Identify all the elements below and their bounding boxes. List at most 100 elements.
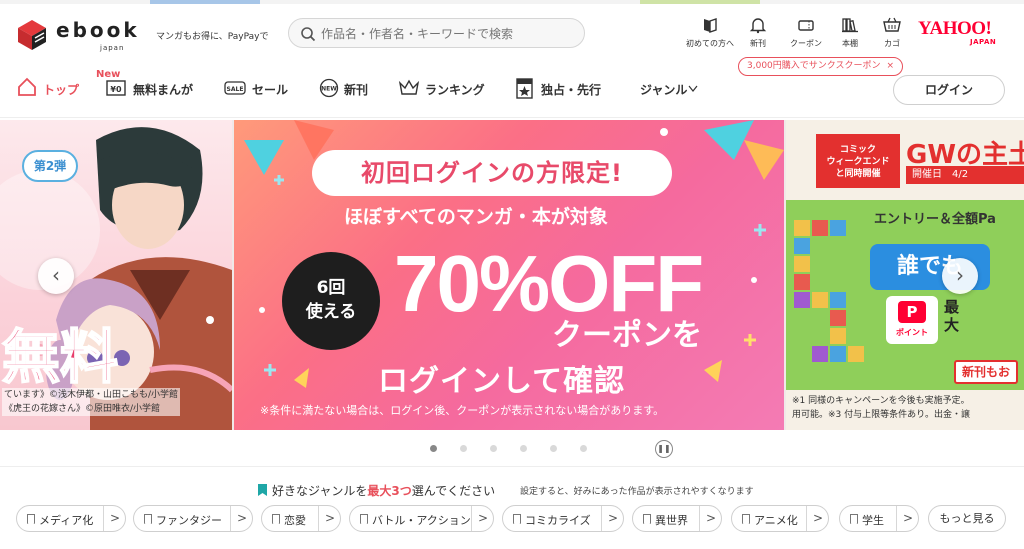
book-open-icon bbox=[704, 18, 717, 33]
paypay-point-badge: P ポイント bbox=[886, 296, 938, 344]
nav-label: ランキング bbox=[425, 83, 485, 97]
cart-link[interactable]: カゴ bbox=[864, 14, 920, 49]
nav-genre[interactable]: ジャンル bbox=[640, 76, 710, 102]
genre-chip-label: ファンタジー bbox=[156, 514, 222, 527]
free-yen-icon: ¥0 bbox=[106, 80, 126, 96]
chevron-right-icon: > bbox=[608, 511, 619, 525]
nav-ranking[interactable]: ランキング bbox=[398, 76, 498, 102]
nav-label: 新刊 bbox=[344, 83, 369, 97]
chevron-right-icon: > bbox=[903, 511, 914, 525]
carousel-dot[interactable] bbox=[460, 445, 467, 452]
login-button[interactable]: ログイン bbox=[893, 75, 1005, 105]
genre-heading: 好きなジャンルを最大3つ選んでください bbox=[258, 482, 495, 499]
banner-subtitle: ほぼすべてのマンガ・本が対象 bbox=[344, 206, 608, 228]
free-text: 無料 bbox=[1, 322, 119, 392]
chevron-right-icon: > bbox=[325, 511, 336, 525]
genre-note: 設定すると、好みにあった作品が表示されやすくなります bbox=[520, 487, 754, 497]
chip-divider bbox=[806, 506, 807, 531]
bookmark-icon bbox=[144, 514, 152, 524]
genre-chip[interactable]: 異世界 > bbox=[632, 505, 722, 532]
bookmark-icon bbox=[272, 514, 280, 524]
note-line: 用可能。※3 付与上限等条件あり。出金・譲 bbox=[792, 410, 970, 420]
carousel-dot[interactable] bbox=[490, 445, 497, 452]
search-box[interactable] bbox=[288, 18, 585, 48]
max-label: 最大 bbox=[944, 298, 960, 334]
banner-slide-right[interactable]: コミック ウィークエンド と同時開催 GWの主土 開催日 4/2 エントリー＆全… bbox=[786, 120, 1024, 430]
bookmark-icon bbox=[742, 514, 750, 524]
genre-chip-label: バトル・アクション bbox=[372, 514, 471, 527]
tagline: マンガもお得に、PayPayで bbox=[156, 32, 269, 42]
cart-icon bbox=[883, 17, 901, 32]
new-icon: NEW bbox=[319, 78, 339, 98]
genre-chip[interactable]: 恋愛 > bbox=[261, 505, 341, 532]
more-genres-button[interactable]: もっと見る bbox=[928, 505, 1006, 532]
chip-divider bbox=[699, 506, 700, 531]
yahoo-japan-logo[interactable]: YAHOO! JAPAN bbox=[918, 19, 1008, 50]
paypay-icon: P bbox=[898, 301, 926, 323]
exclusive-icon bbox=[516, 78, 533, 99]
genre-chip[interactable]: コミカライズ > bbox=[502, 505, 624, 532]
nav-new[interactable]: NEW 新刊 bbox=[318, 76, 378, 102]
header-icon-label: カゴ bbox=[884, 39, 900, 48]
banner-note: ※条件に満たない場合は、ログイン後、クーポンが表示されない場合があります。 bbox=[260, 404, 665, 417]
nav-label: ジャンル bbox=[640, 83, 688, 97]
first-login-pill: 初回ログインの方限定! bbox=[312, 150, 672, 196]
genre-chip[interactable]: バトル・アクション > bbox=[349, 505, 494, 532]
credit-line: ています》©浅木伊都・山田こもも/小学館 bbox=[4, 390, 179, 400]
bookmark-icon bbox=[258, 484, 267, 496]
chip-divider bbox=[601, 506, 602, 531]
chip-divider bbox=[230, 506, 231, 531]
divider bbox=[0, 466, 1024, 467]
search-input[interactable] bbox=[321, 24, 571, 44]
campaign-round-badge: 第2弾 bbox=[22, 150, 78, 182]
coupon-text: クーポンを bbox=[552, 318, 702, 353]
genre-chip[interactable]: メディア化 > bbox=[16, 505, 126, 532]
login-confirm-text: ログインして確認 bbox=[378, 364, 626, 399]
genre-chip-label: コミカライズ bbox=[525, 514, 591, 527]
genre-chip[interactable]: 学生 > bbox=[839, 505, 919, 532]
main-nav: トップ New ¥0 無料まんが SALE セール NEW 新刊 ランキング 独… bbox=[0, 64, 1024, 118]
banner-slide-main[interactable]: 初回ログインの方限定! ほぼすべてのマンガ・本が対象 6回 使える 70%OFF… bbox=[234, 120, 784, 430]
ebook-japan-logo[interactable]: ebook japan bbox=[14, 18, 144, 54]
svg-text:SALE: SALE bbox=[227, 86, 244, 93]
nav-label: セール bbox=[252, 83, 289, 97]
genre-chip[interactable]: ファンタジー > bbox=[133, 505, 253, 532]
copyright-credit: ています》©浅木伊都・山田こもも/小学館 《虎王の花嫁さん》©原田唯衣/小学館 bbox=[2, 388, 181, 416]
nav-label: 独占・先行 bbox=[541, 83, 602, 97]
bell-icon bbox=[749, 18, 767, 34]
nav-sale[interactable]: SALE セール bbox=[223, 76, 293, 102]
badge-line: ウィークエンド bbox=[826, 157, 890, 167]
point-label: ポイント bbox=[896, 328, 928, 337]
carousel-pagination: ❚❚ bbox=[0, 440, 1024, 458]
carousel-dot[interactable] bbox=[580, 445, 587, 452]
nav-free-manga[interactable]: New ¥0 無料まんが bbox=[96, 69, 205, 102]
chevron-right-icon: > bbox=[110, 511, 121, 525]
credit-line: 《虎王の花嫁さん》©原田唯衣/小学館 bbox=[4, 404, 161, 414]
home-icon bbox=[18, 77, 36, 96]
nav-label: トップ bbox=[43, 83, 80, 97]
nav-label: 無料まんが bbox=[133, 83, 194, 97]
chip-divider bbox=[471, 506, 472, 531]
bookshelf-icon bbox=[842, 18, 858, 33]
genre-chip[interactable]: アニメ化 > bbox=[731, 505, 829, 532]
entry-text: エントリー＆全額Pa bbox=[874, 212, 996, 227]
nav-exclusive[interactable]: 独占・先行 bbox=[514, 76, 604, 102]
nav-top[interactable]: トップ bbox=[16, 76, 86, 102]
logo-sub: japan bbox=[100, 44, 125, 52]
carousel-prev-button[interactable]: ‹ bbox=[38, 258, 74, 294]
chip-divider bbox=[318, 506, 319, 531]
coupon-icon bbox=[798, 20, 814, 31]
banner-slide-left[interactable]: 第2弾 無料 ています》©浅木伊都・山田こもも/小学館 《虎王の花嫁さん》©原田… bbox=[0, 120, 232, 430]
site-header: ebook japan マンガもお得に、PayPayで 初めての方へ 新刊 bbox=[0, 4, 1024, 62]
pause-icon[interactable]: ❚❚ bbox=[655, 440, 673, 458]
chevron-right-icon: > bbox=[237, 511, 248, 525]
svg-text:¥0: ¥0 bbox=[110, 85, 122, 94]
event-date: 開催日 4/2 bbox=[906, 166, 1024, 184]
logo-word: ebook bbox=[56, 18, 140, 42]
carousel-dot[interactable] bbox=[430, 445, 437, 452]
badge-line: 6回 bbox=[316, 278, 346, 298]
chevron-down-icon bbox=[688, 85, 698, 92]
carousel-next-button[interactable]: › bbox=[942, 258, 978, 294]
carousel-dot[interactable] bbox=[520, 445, 527, 452]
carousel-dot[interactable] bbox=[550, 445, 557, 452]
